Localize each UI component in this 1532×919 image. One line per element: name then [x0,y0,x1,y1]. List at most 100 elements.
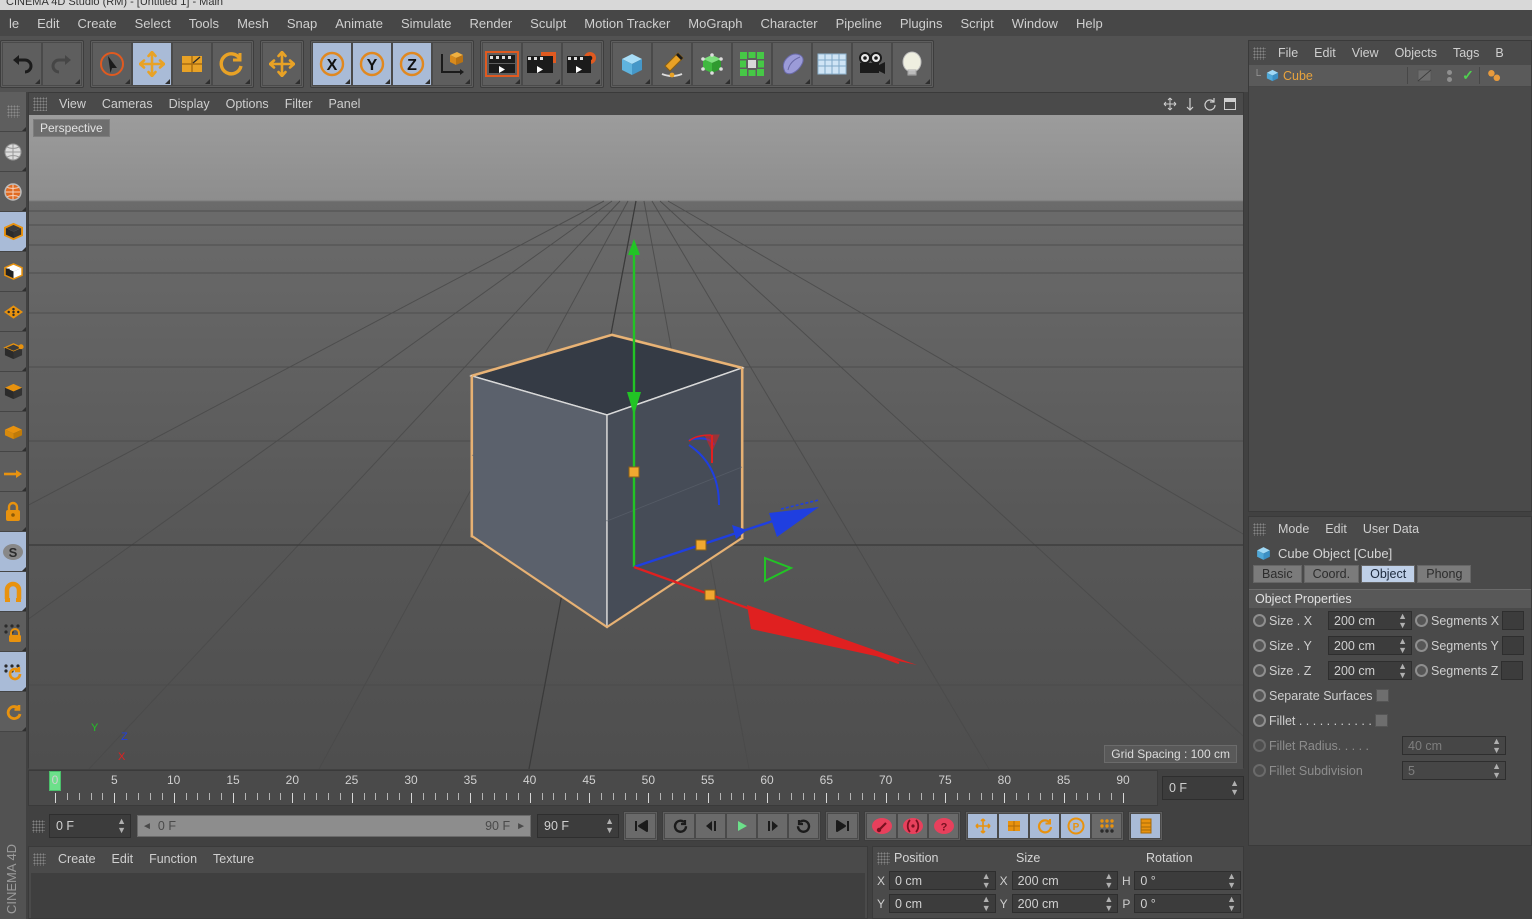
x-axis-button[interactable]: X [312,42,352,86]
object-layer-swatch[interactable] [1407,67,1441,84]
submenu-corner-icon[interactable] [22,127,26,131]
model-mode-button[interactable] [0,212,26,252]
submenu-corner-icon[interactable] [645,79,650,84]
property-right-field[interactable] [1501,636,1524,655]
object-tags[interactable] [1479,67,1531,84]
submenu-corner-icon[interactable] [22,207,26,211]
range-left-arrow-icon[interactable]: ◄ [142,821,152,832]
menu-item-simulate[interactable]: Simulate [392,14,461,33]
menu-item-character[interactable]: Character [751,14,826,33]
texture-mode-button[interactable] [0,252,26,292]
visibility-render-dot-icon[interactable] [1446,76,1452,82]
menu-item-animate[interactable]: Animate [326,14,392,33]
spinner-icon[interactable]: ▲ ▼ [117,817,126,835]
position-field[interactable]: 0 cm ▲ ▼ [889,894,996,913]
cube-primitive-button[interactable] [612,42,652,86]
playbar-max-frame-field[interactable]: 90 F ▲ ▼ [537,814,619,838]
menu-item-tools[interactable]: Tools [180,14,228,33]
next-frame-button[interactable] [757,813,788,839]
record-keyframe-button[interactable] [866,813,897,839]
size-field[interactable]: 200 cm ▲ ▼ [1011,894,1119,913]
grip-dots-button[interactable] [0,92,26,132]
select-tool-button[interactable] [92,42,132,86]
workplane-button[interactable] [0,452,26,492]
move-axis-button[interactable] [262,42,302,86]
previous-frame-button[interactable] [695,813,726,839]
submenu-corner-icon[interactable] [35,79,40,84]
property-value-field[interactable]: 200 cm ▲ ▼ [1328,661,1412,680]
menu-item-mesh[interactable]: Mesh [228,14,278,33]
magnet-button[interactable] [0,612,26,652]
material-manager-body[interactable] [31,873,865,918]
table-row[interactable]: └ Cube ✓ [1249,65,1531,87]
render-settings-button[interactable] [562,42,602,86]
checkbox-input[interactable] [1375,689,1389,702]
submenu-corner-icon[interactable] [22,287,26,291]
material-menu-function[interactable]: Function [141,851,205,867]
attribute-menu-mode[interactable]: Mode [1270,521,1317,537]
rotate-tool-button[interactable] [212,42,252,86]
tab-coord[interactable]: Coord. [1303,565,1360,583]
attribute-menu-edit[interactable]: Edit [1317,521,1355,537]
submenu-corner-icon[interactable] [22,687,26,691]
next-key-button[interactable] [788,813,819,839]
camera-button[interactable] [852,42,892,86]
submenu-corner-icon[interactable] [885,79,890,84]
menu-item-help[interactable]: Help [1067,14,1112,33]
viewport-menu-filter[interactable]: Filter [277,96,321,112]
redo-button[interactable] [42,42,82,86]
texture-axis-button[interactable]: S [0,532,26,572]
maximize-icon[interactable] [1223,97,1237,111]
axis-world-object-button[interactable] [0,132,26,172]
menu-item-sculpt[interactable]: Sculpt [521,14,575,33]
menu-item-edit[interactable]: Edit [28,14,68,33]
submenu-corner-icon[interactable] [845,79,850,84]
menu-item-le[interactable]: le [0,14,28,33]
grip-dots-icon[interactable] [877,851,890,865]
animate-dot-icon[interactable] [1253,614,1266,627]
spinner-icon[interactable]: ▲ ▼ [982,894,991,913]
submenu-corner-icon[interactable] [22,447,26,451]
tab-basic[interactable]: Basic [1253,565,1302,583]
timeline-frame-field[interactable]: 0 F ▲ ▼ [1162,776,1244,800]
submenu-corner-icon[interactable] [765,79,770,84]
submenu-corner-icon[interactable] [125,79,130,84]
enable-axis-button[interactable] [0,172,26,212]
submenu-corner-icon[interactable] [295,79,300,84]
submenu-corner-icon[interactable] [22,607,26,611]
position-field[interactable]: 0 cm ▲ ▼ [889,871,996,890]
submenu-corner-icon[interactable] [165,79,170,84]
go-to-start-button[interactable] [625,813,656,839]
object-manager-menu-view[interactable]: View [1344,45,1387,61]
submenu-corner-icon[interactable] [925,79,930,84]
tab-phong[interactable]: Phong [1417,565,1472,583]
move-tool-button[interactable] [132,42,172,86]
points-mode-button[interactable] [0,292,26,332]
visibility-dots[interactable] [1441,67,1457,84]
grip-dots-icon[interactable] [1253,46,1266,60]
submenu-corner-icon[interactable] [725,79,730,84]
menu-item-plugins[interactable]: Plugins [891,14,952,33]
submenu-corner-icon[interactable] [22,327,26,331]
parameter-key-button[interactable]: P [1060,813,1091,839]
generator-button[interactable] [692,42,732,86]
menu-item-select[interactable]: Select [126,14,180,33]
spinner-icon[interactable]: ▲ ▼ [605,817,614,835]
menu-item-script[interactable]: Script [951,14,1002,33]
render-region-button[interactable] [522,42,562,86]
polygons-mode-button[interactable] [0,372,26,412]
spinner-icon[interactable]: ▲ ▼ [1104,871,1113,890]
submenu-corner-icon[interactable] [22,647,26,651]
submenu-corner-icon[interactable] [345,79,350,84]
tab-object[interactable]: Object [1361,565,1416,583]
material-menu-edit[interactable]: Edit [104,851,142,867]
pan-icon[interactable] [1163,97,1177,111]
play-button[interactable] [726,813,757,839]
material-menu-create[interactable]: Create [50,851,104,867]
property-right-field[interactable] [1501,661,1524,680]
axis-lock-button[interactable] [0,492,26,532]
submenu-corner-icon[interactable] [22,527,26,531]
submenu-corner-icon[interactable] [205,79,210,84]
grip-dots-icon[interactable] [33,97,47,111]
submenu-corner-icon[interactable] [685,79,690,84]
